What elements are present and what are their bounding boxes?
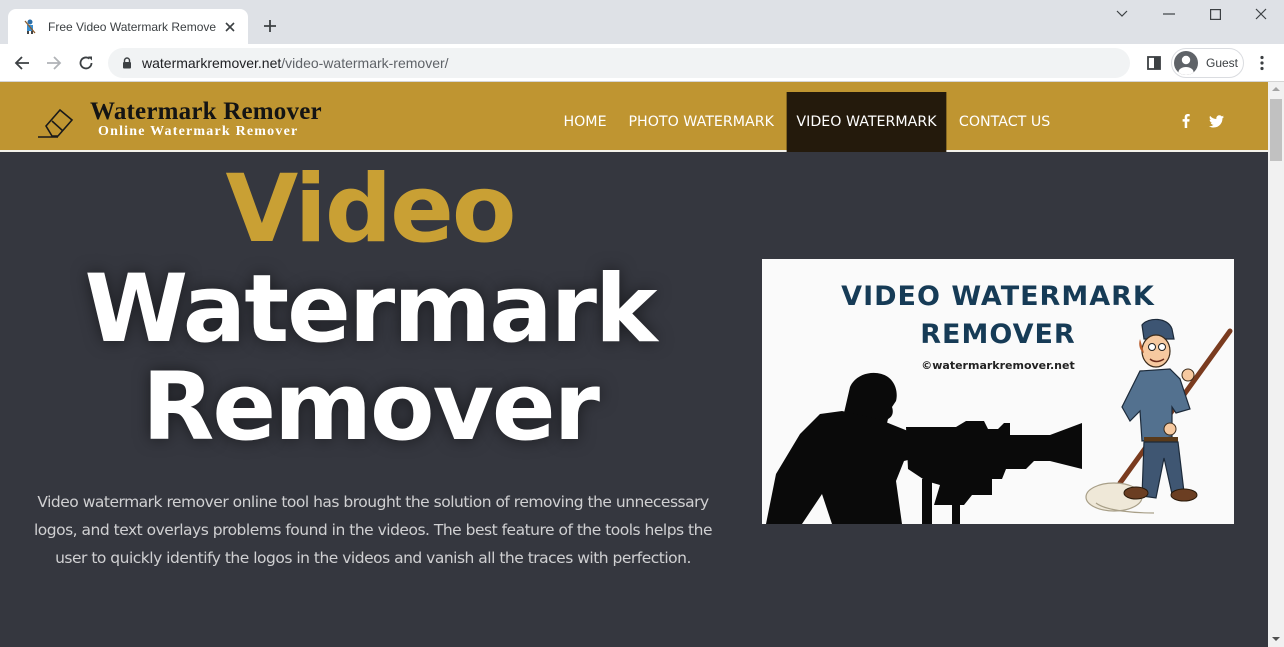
hero-description: Video watermark remover online tool has … [34,493,713,567]
close-window-icon[interactable] [1238,0,1284,28]
tab-title: Free Video Watermark Remover Online [48,19,216,34]
tab-search-icon[interactable] [1099,0,1145,28]
address-bar[interactable]: watermarkremover.net/video-watermark-rem… [108,48,1130,78]
main-nav: HOME PHOTO WATERMARK VIDEO WATERMARK CON… [553,92,1062,152]
scroll-thumb[interactable] [1270,99,1282,161]
profile-button[interactable]: Guest [1171,48,1244,78]
scroll-up-arrow-icon[interactable] [1272,87,1280,91]
close-tab-icon[interactable] [222,19,238,35]
minimize-window-icon[interactable] [1146,0,1192,28]
nav-video-watermark[interactable]: VIDEO WATERMARK [787,92,947,152]
more-menu-icon[interactable] [1250,49,1274,77]
logo-subtitle: Online Watermark Remover [98,124,299,139]
site-header: Watermark Remover Online Watermark Remov… [0,82,1268,152]
browser-toolbar: watermarkremover.net/video-watermark-rem… [0,44,1284,82]
url-path: /video-watermark-remover/ [281,55,449,71]
url-text: watermarkremover.net/video-watermark-rem… [142,55,449,71]
nav-home[interactable]: HOME [554,92,617,152]
hero-title-video: Video [225,155,517,264]
eraser-icon [36,100,76,140]
back-arrow-icon[interactable] [8,49,36,77]
nav-photo-watermark[interactable]: PHOTO WATERMARK [619,92,784,152]
page-scrollbar[interactable] [1268,82,1284,647]
hero-title-remover: Remover [141,353,600,462]
reload-icon[interactable] [72,49,100,77]
scroll-down-arrow-icon[interactable] [1272,637,1280,641]
site-favicon-icon [22,19,38,35]
maximize-window-icon[interactable] [1192,0,1238,28]
url-domain: watermarkremover.net [142,55,282,71]
forward-arrow-icon[interactable] [40,49,68,77]
profile-label: Guest [1206,56,1239,70]
hero-title-watermark: Watermark [84,255,657,364]
side-panel-icon[interactable] [1140,49,1168,77]
browser-tab[interactable]: Free Video Watermark Remover Online [8,9,248,44]
page-viewport: Watermark Remover Online Watermark Remov… [0,82,1268,647]
nav-contact-us[interactable]: CONTACT US [950,92,1061,152]
new-tab-button[interactable] [258,14,282,38]
hero-illustration: VIDEO WATERMARK REMOVER ©watermarkremove… [762,259,1234,524]
browser-tab-bar: Free Video Watermark Remover Online [0,0,1284,44]
logo-title: Watermark Remover [90,98,322,125]
twitter-icon[interactable] [1207,112,1225,130]
guest-avatar-icon [1174,51,1198,75]
lock-icon[interactable] [120,56,134,70]
site-logo[interactable]: Watermark Remover Online Watermark Remov… [36,98,322,140]
facebook-icon[interactable] [1177,112,1195,130]
cleaner-cartoon-icon [1085,318,1233,514]
